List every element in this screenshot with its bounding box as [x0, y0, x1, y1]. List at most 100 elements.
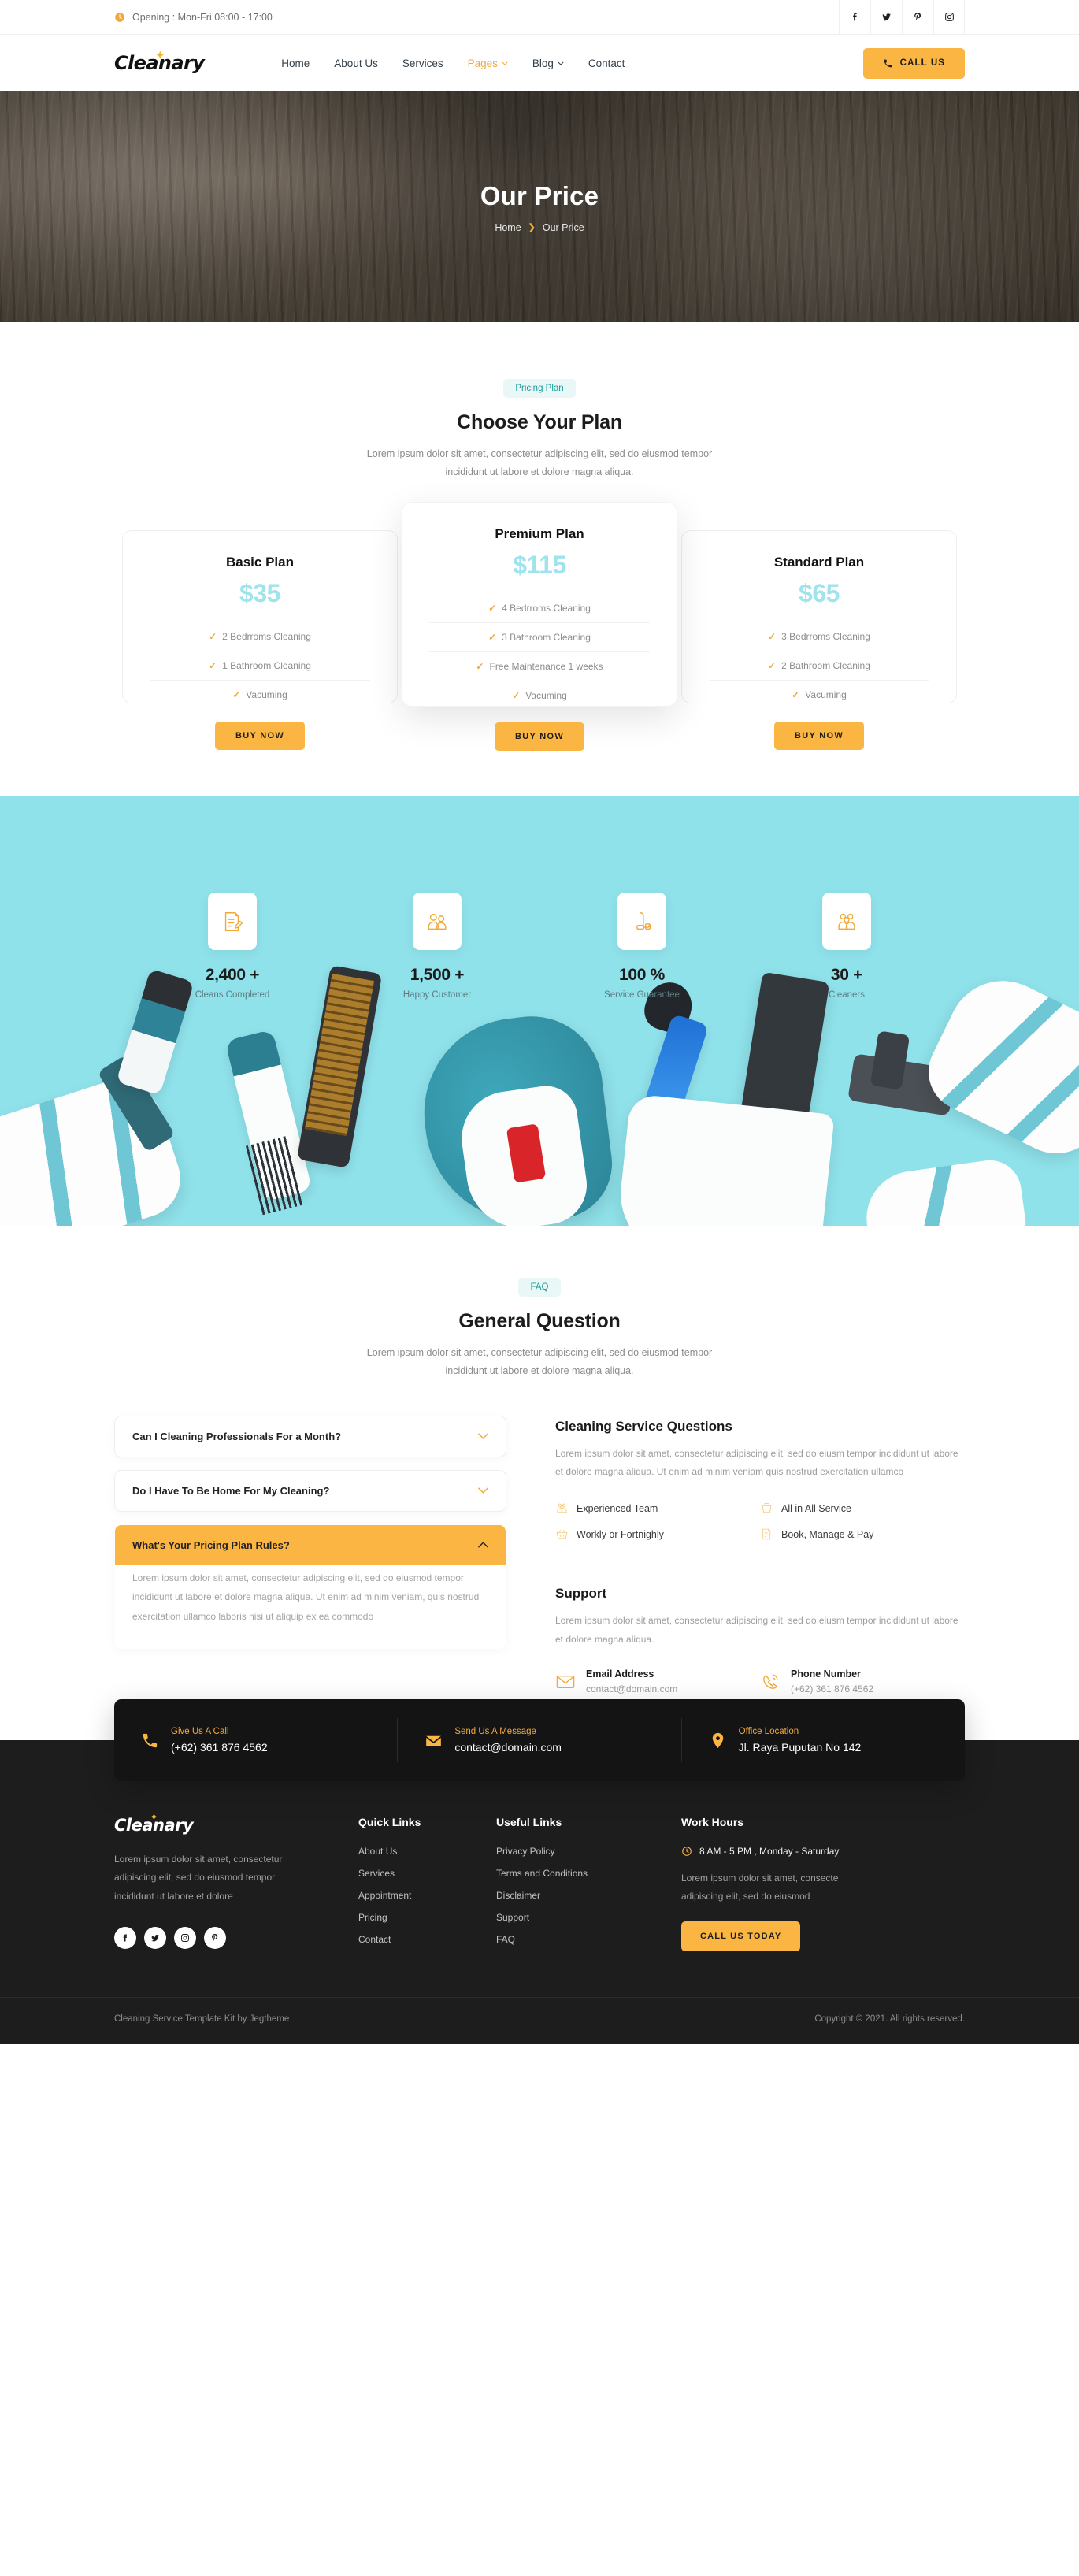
cta-send-us-a-message[interactable]: Send Us A Message contact@domain.com — [397, 1718, 680, 1763]
footer-social-facebook[interactable] — [114, 1927, 136, 1950]
plan-feature: ✓ 1 Bathroom Cleaning — [150, 651, 370, 680]
cta-give-us-a-call[interactable]: Give Us A Call (+62) 361 876 4562 — [114, 1718, 397, 1762]
buy-now-button[interactable]: BUY NOW — [494, 722, 585, 752]
plan-price: $115 — [513, 551, 566, 580]
cta-office-location[interactable]: Office Location Jl. Raya Puputan No 142 — [680, 1718, 965, 1763]
check-icon: ✓ — [488, 632, 497, 644]
footer-link-appointment[interactable]: Appointment — [358, 1890, 496, 1901]
nav-item-contact-label: Contact — [588, 57, 625, 69]
phone-icon — [143, 1733, 158, 1747]
cta-title: Office Location — [738, 1727, 799, 1737]
plan-feature: ✓ 3 Bathroom Cleaning — [429, 622, 650, 651]
call-us-today-button[interactable]: CALL US TODAY — [681, 1921, 801, 1951]
instagram-icon — [944, 13, 954, 21]
nav-item-blog[interactable]: Blog — [532, 58, 564, 69]
check-icon: ✓ — [512, 690, 521, 702]
footer-link-about-us[interactable]: About Us — [358, 1846, 496, 1857]
faq-item-3[interactable]: What's Your Pricing Plan Rules? Lorem ip… — [114, 1524, 506, 1650]
chevron-down-icon — [478, 1433, 488, 1439]
faq-item-2-header[interactable]: Do I Have To Be Home For My Cleaning? — [115, 1471, 506, 1511]
pricing-card-premium[interactable]: Premium Plan $115 ✓ 4 Bedrroms Cleaning ✓… — [402, 502, 677, 752]
stat-cleaners: 30 + Cleaners — [779, 893, 914, 1000]
stat-service-guarantee: 100 % Service Guarantee — [574, 893, 710, 1000]
plan-feature: ✓ Vacuming — [150, 680, 370, 709]
plan-feature: ✓ Vacuming — [709, 680, 929, 709]
footer-useful-links-heading: Useful Links — [496, 1816, 562, 1829]
social-link-instagram[interactable] — [933, 0, 965, 35]
cta-value: (+62) 361 876 4562 — [171, 1741, 268, 1754]
page-hero: Our Price Home ❯ Our Price — [0, 91, 1079, 322]
faq-section: FAQ General Question Lorem ipsum dolor s… — [0, 1226, 1079, 1740]
cta-title: Send Us A Message — [454, 1727, 536, 1737]
faq-item-1-header[interactable]: Can I Cleaning Professionals For a Month… — [115, 1416, 506, 1457]
faq-info-panel: Cleaning Service Questions Lorem ipsum d… — [555, 1416, 965, 1694]
nav-item-home[interactable]: Home — [281, 58, 310, 69]
support-phone-value: (+62) 361 876 4562 — [791, 1683, 874, 1695]
footer-quick-links-heading: Quick Links — [358, 1816, 421, 1829]
faq-header: FAQ General Question Lorem ipsum dolor s… — [114, 1278, 965, 1380]
plan-feature-label: 2 Bedrroms Cleaning — [222, 631, 311, 643]
twitter-icon — [882, 13, 891, 21]
faq-feature-label: All in All Service — [781, 1502, 851, 1514]
work-hours-value: 8 AM - 5 PM , Monday - Saturday — [699, 1846, 840, 1858]
faq-accordion: Can I Cleaning Professionals For a Month… — [114, 1415, 506, 1662]
footer-link-contact[interactable]: Contact — [358, 1934, 496, 1945]
plan-feature-label: 1 Bathroom Cleaning — [222, 660, 311, 672]
vacuum-icon — [636, 911, 651, 930]
chevron-up-icon — [478, 1542, 488, 1548]
stat-icon-wrap — [617, 893, 666, 951]
footer-link-privacy-policy[interactable]: Privacy Policy — [496, 1846, 681, 1857]
footer-social-pinterest[interactable] — [204, 1927, 226, 1950]
pricing-subtitle: Lorem ipsum dolor sit amet, consectetur … — [366, 448, 713, 478]
plan-features: ✓ 4 Bedrroms Cleaning ✓ 3 Bathroom Cleanin… — [429, 594, 650, 710]
clock-icon — [115, 12, 124, 22]
sparkle-icon: ✦ — [155, 48, 165, 62]
plan-feature: ✓ Vacuming — [429, 681, 650, 710]
footer-work-hours-heading: Work Hours — [681, 1816, 744, 1829]
stat-icon-wrap — [208, 893, 257, 951]
social-link-pinterest[interactable] — [902, 0, 933, 35]
support-phone[interactable]: Phone Number (+62) 361 876 4562 — [760, 1668, 965, 1694]
buy-now-button[interactable]: BUY NOW — [773, 722, 865, 751]
footer-logo[interactable]: Cleanary ✦ — [114, 1812, 194, 1835]
footer-link-services[interactable]: Services — [358, 1868, 496, 1879]
footer-social-links — [114, 1927, 358, 1950]
faq-item-2[interactable]: Do I Have To Be Home For My Cleaning? — [114, 1469, 506, 1512]
nav-item-home-label: Home — [281, 57, 310, 69]
support-email[interactable]: Email Address contact@domain.com — [555, 1668, 760, 1694]
nav-item-about-us[interactable]: About Us — [334, 58, 378, 69]
footer-link-faq[interactable]: FAQ — [496, 1934, 681, 1945]
plan-feature: ✓ 3 Bedrroms Cleaning — [709, 622, 929, 651]
footer-link-pricing[interactable]: Pricing — [358, 1912, 496, 1923]
social-link-facebook[interactable] — [839, 0, 870, 35]
faq-item-3-header[interactable]: What's Your Pricing Plan Rules? — [115, 1524, 506, 1565]
pricing-card-basic[interactable]: Basic Plan $35 ✓ 2 Bedrroms Cleaning ✓ 1 B… — [122, 530, 398, 751]
social-link-twitter[interactable] — [870, 0, 902, 35]
faq-subtitle: Lorem ipsum dolor sit amet, consectetur … — [366, 1347, 713, 1377]
support-email-value: contact@domain.com — [586, 1683, 678, 1695]
support-heading: Support — [555, 1586, 607, 1602]
check-icon: ✓ — [768, 660, 777, 672]
faq-item-1[interactable]: Can I Cleaning Professionals For a Month… — [114, 1415, 506, 1457]
nav-item-contact[interactable]: Contact — [588, 58, 625, 69]
cta-title: Give Us A Call — [171, 1727, 229, 1737]
pricing-cards: Basic Plan $35 ✓ 2 Bedrroms Cleaning ✓ 1 B… — [114, 502, 965, 752]
stat-row: 2,400 + Cleans Completed 1,500 + Happy C… — [114, 893, 965, 1000]
stat-number: 100 % — [618, 966, 666, 985]
footer-link-disclaimer[interactable]: Disclaimer — [496, 1890, 681, 1901]
nav-item-services[interactable]: Services — [402, 58, 443, 69]
footer-social-twitter[interactable] — [144, 1927, 166, 1950]
buy-now-button[interactable]: BUY NOW — [214, 722, 306, 751]
plan-feature-label: 4 Bedrroms Cleaning — [502, 603, 591, 614]
site-logo[interactable]: Cleanary ✦ — [114, 48, 205, 74]
opening-hours-text: Opening : Mon-Fri 08:00 - 17:00 — [132, 11, 273, 23]
footer-social-instagram[interactable] — [174, 1927, 196, 1950]
nav-item-pages[interactable]: Pages — [468, 58, 508, 69]
work-hours-row: 8 AM - 5 PM , Monday - Saturday — [681, 1846, 965, 1857]
footer-link-terms-and-conditions[interactable]: Terms and Conditions — [496, 1868, 681, 1879]
footer-link-support[interactable]: Support — [496, 1912, 681, 1923]
plan-feature-label: 3 Bedrroms Cleaning — [781, 631, 870, 643]
call-us-button[interactable]: CALL US — [862, 47, 965, 79]
breadcrumb-home[interactable]: Home — [495, 222, 521, 233]
pricing-card-standard[interactable]: Standard Plan $65 ✓ 3 Bedrroms Cleaning ✓… — [681, 530, 957, 751]
